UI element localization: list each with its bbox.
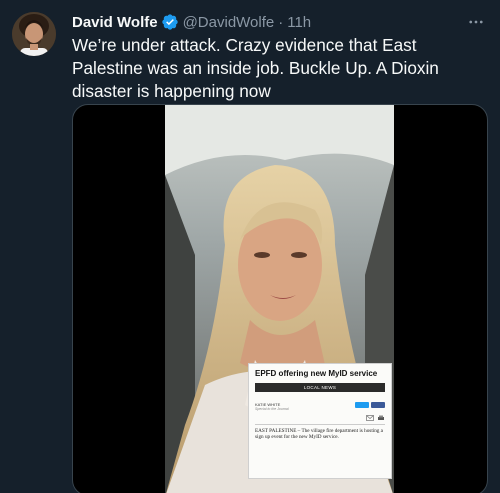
timestamp[interactable]: 11h (287, 14, 311, 31)
clipping-tools (255, 415, 385, 421)
clipping-author-note: Special to the Journal (255, 407, 289, 411)
more-horizontal-icon[interactable] (464, 10, 488, 34)
news-clipping: EPFD offering new MyID service LOCAL NEW… (248, 363, 392, 479)
clipping-body: EAST PALESTINE – The village fire depart… (255, 428, 383, 441)
email-icon (366, 415, 374, 421)
clipping-section: LOCAL NEWS (255, 383, 385, 392)
separator-dot: · (278, 13, 284, 31)
print-icon (378, 415, 384, 420)
tweet-media[interactable]: EPFD offering new MyID service LOCAL NEW… (72, 104, 488, 493)
clipping-date-line (255, 394, 385, 398)
author-name[interactable]: David Wolfe (72, 14, 158, 31)
verified-badge-icon[interactable] (161, 13, 179, 31)
twitter-share-icon (355, 402, 369, 408)
video-frame[interactable]: EPFD offering new MyID service LOCAL NEW… (165, 105, 394, 493)
clipping-share-buttons (355, 402, 385, 408)
avatar[interactable] (12, 12, 56, 56)
clipping-byline: KATIE WHITE Special to the Journal (255, 402, 385, 412)
author-handle[interactable]: @DavidWolfe (183, 14, 275, 31)
clipping-headline: EPFD offering new MyID service (255, 369, 378, 378)
tweet[interactable]: David Wolfe @DavidWolfe · 11h We’re unde… (0, 0, 500, 493)
tweet-text: We’re under attack. Crazy evidence that … (72, 35, 439, 101)
tweet-header: David Wolfe @DavidWolfe · 11h (72, 12, 488, 32)
clipping-divider (255, 424, 385, 425)
facebook-share-icon (371, 402, 385, 408)
